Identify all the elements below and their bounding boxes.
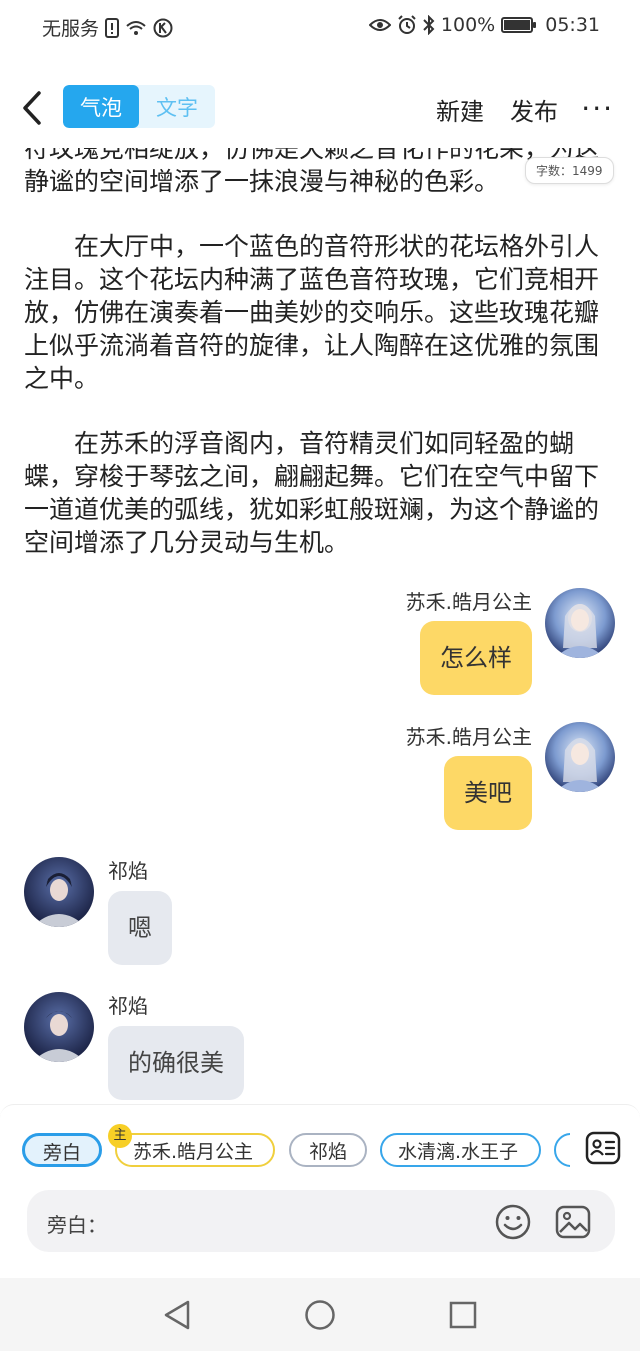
main-role-badge: 主 — [108, 1124, 132, 1148]
carrier-text: 无服务 — [42, 18, 100, 40]
sim-alert-icon — [105, 17, 120, 38]
message-input[interactable]: 旁白： — [27, 1190, 615, 1252]
back-button[interactable] — [14, 88, 50, 128]
message-bubble[interactable]: 嗯 — [108, 891, 172, 965]
bluetooth-icon — [423, 15, 435, 35]
top-bar: 气泡 文字 新建 发布 ··· — [0, 72, 640, 148]
role-chip-narrator[interactable]: 旁白 — [22, 1133, 102, 1167]
word-count-badge: 字数：1499 — [525, 157, 614, 184]
alarm-icon — [398, 15, 416, 34]
nav-recents-icon[interactable] — [446, 1298, 480, 1332]
publish-button[interactable]: 发布 — [510, 92, 558, 127]
new-button[interactable]: 新建 — [436, 92, 484, 127]
message-bubble[interactable]: 的确很美 — [108, 1026, 244, 1100]
sender-name: 苏禾.皓月公主 — [405, 590, 532, 614]
status-bar: 无服务 100% 05:31 — [0, 0, 640, 52]
battery-percent: 100% — [440, 14, 496, 36]
story-paragraph: 在大厅中，一个蓝色的音符形状的花坛格外引人注目。这个花坛内种满了蓝色音符玫瑰，它… — [24, 232, 600, 393]
message-bubble[interactable]: 美吧 — [444, 756, 532, 830]
role-chip-qiyan[interactable]: 祁焰 — [289, 1133, 367, 1167]
role-chip-more[interactable] — [554, 1133, 570, 1167]
avatar-princess[interactable] — [545, 588, 615, 658]
story-text: 符玫瑰竞相绽放，仿佛是天籁之音化作的花朵，为这静谧的空间增添了一抹浪漫与神秘的色… — [24, 148, 616, 568]
system-nav-bar — [0, 1278, 640, 1351]
k-circle-icon — [153, 18, 173, 37]
clock: 05:31 — [545, 14, 600, 36]
message-bubble[interactable]: 怎么样 — [420, 621, 532, 695]
avatar-qiyan[interactable] — [24, 992, 94, 1062]
story-paragraph: 在苏禾的浮音阁内，音符精灵们如同轻盈的蝴蝶，穿梭于琴弦之间，翩翩起舞。它们在空气… — [24, 429, 600, 557]
battery-icon — [501, 17, 537, 33]
mode-toggle: 气泡 文字 — [63, 85, 215, 128]
role-chip-water-prince[interactable]: 水清漓.水王子 — [380, 1133, 541, 1167]
sender-name: 祁焰 — [108, 859, 148, 883]
tab-text[interactable]: 文字 — [139, 85, 215, 128]
sender-name: 苏禾.皓月公主 — [405, 725, 532, 749]
tab-bubble[interactable]: 气泡 — [63, 85, 139, 128]
wifi-icon — [126, 20, 146, 35]
role-manage-icon[interactable] — [585, 1130, 621, 1166]
emoji-icon[interactable] — [495, 1204, 531, 1240]
nav-home-icon[interactable] — [303, 1298, 337, 1332]
avatar-princess[interactable] — [545, 722, 615, 792]
role-chip-princess[interactable]: 苏禾.皓月公主 — [115, 1133, 275, 1167]
image-icon[interactable] — [555, 1204, 591, 1240]
story-viewport[interactable]: 符玫瑰竞相绽放，仿佛是天籁之音化作的花朵，为这静谧的空间增添了一抹浪漫与神秘的色… — [0, 148, 640, 568]
more-button[interactable]: ··· — [581, 92, 614, 125]
avatar-qiyan[interactable] — [24, 857, 94, 927]
input-role-label: 旁白： — [47, 1213, 107, 1237]
role-selector: 旁白 苏禾.皓月公主 祁焰 水清漓.水王子 — [22, 1131, 570, 1171]
chevron-left-icon — [23, 91, 41, 125]
nav-back-icon[interactable] — [160, 1298, 194, 1332]
sender-name: 祁焰 — [108, 994, 148, 1018]
eye-icon — [368, 19, 391, 31]
